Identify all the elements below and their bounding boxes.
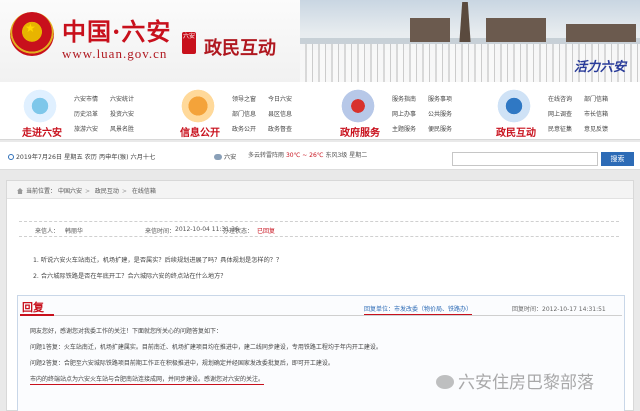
clock-icon bbox=[8, 154, 14, 160]
reply-line: 问题2答复：合肥至六安城际铁路项目前期工作正在积极推进中，规划确定并经国家发改委… bbox=[30, 360, 334, 367]
question-1: 1. 听说六安火车站南迁，机场扩建，是否属实？后续规划进展了吗？具体规划是怎样的… bbox=[33, 257, 283, 264]
nav-group-interaction[interactable]: 政民互动 在线咨询 部门信箱 网上调查 市长信箱 民意征集 意见反馈 bbox=[488, 82, 638, 140]
banner-building bbox=[566, 24, 636, 42]
nav-link[interactable]: 服务事项 bbox=[428, 94, 464, 103]
letter-meta: 来信人： 韩丽华 来信时间： 2012-10-04 11:31:36 办理状态：… bbox=[19, 221, 619, 237]
nav-link[interactable]: 民意征集 bbox=[548, 124, 584, 133]
sender-name: 韩丽华 bbox=[65, 228, 84, 235]
banner-slogan: 活力六安 bbox=[573, 60, 626, 75]
weather-cloud-icon bbox=[214, 154, 222, 160]
nav-link[interactable]: 部门信息 bbox=[232, 109, 268, 118]
search-button[interactable]: 搜索 bbox=[601, 152, 634, 166]
nav-link[interactable]: 部门信箱 bbox=[584, 94, 620, 103]
watermark: 六安住房巴黎部落 bbox=[436, 368, 636, 396]
wechat-icon bbox=[436, 375, 454, 389]
weekday: 星期二 bbox=[349, 152, 368, 159]
reply-line-highlighted: 市内的终端站点为六安火车站与合肥南站连接成网，并同步建设。感谢您对六安的关注。 bbox=[30, 376, 265, 385]
weather-city: 六安 bbox=[214, 152, 236, 161]
nav-link[interactable]: 今日六安 bbox=[268, 94, 304, 103]
breadcrumb-separator: > bbox=[84, 188, 90, 195]
nav-link[interactable]: 公共服务 bbox=[428, 109, 464, 118]
nav-link[interactable]: 政务督查 bbox=[268, 124, 304, 133]
breadcrumb-prefix: 当前位置： bbox=[26, 188, 57, 195]
nav-link[interactable]: 旅游六安 bbox=[74, 124, 110, 133]
section-title: 政民互动 bbox=[204, 38, 276, 59]
site-url[interactable]: www.luan.gov.cn bbox=[62, 46, 167, 62]
reply-time-value: 2012-10-17 14:31:51 bbox=[542, 306, 606, 313]
nav-link[interactable]: 网上办事 bbox=[392, 109, 428, 118]
breadcrumb-separator: > bbox=[121, 188, 127, 195]
reply-line: 问题1答复：火车站南迁，机场扩建属实。目前南迁、机场扩建项目均在推进中，建二线同… bbox=[30, 344, 382, 351]
nav-group-about[interactable]: 走进六安 六安市情 六安统计 历史沿革 投资六安 旅游六安 风景名胜 bbox=[14, 82, 164, 140]
reply-accent-bar bbox=[20, 314, 54, 316]
seal-icon: 六安 bbox=[182, 32, 196, 54]
main-nav: 走进六安 六安市情 六安统计 历史沿革 投资六安 旅游六安 风景名胜 信息公开 … bbox=[0, 82, 640, 140]
nav-group-service[interactable]: 政府服务 服务指南 服务事项 网上办事 公共服务 主题服务 便民服务 bbox=[332, 82, 482, 140]
state-label: 办理状态： bbox=[223, 228, 254, 235]
nav-link[interactable]: 政务公开 bbox=[232, 124, 268, 133]
reply-unit-label: 回复单位： bbox=[364, 306, 395, 313]
gate-icon bbox=[178, 88, 218, 124]
question-2: 2. 合六城际铁路是否在年底开工？合六城际六安的终点站在什么地方？ bbox=[33, 273, 227, 280]
sender-label: 来信人： bbox=[35, 228, 60, 235]
wind: 东风3级 bbox=[325, 152, 348, 159]
nav-group-info[interactable]: 信息公开 领导之窗 今日六安 部门信息 县区信息 政务公开 政务督查 bbox=[172, 82, 322, 140]
breadcrumb-link[interactable]: 政民互动 bbox=[95, 188, 119, 195]
time-label: 来信时间： bbox=[145, 228, 176, 235]
banner-building bbox=[486, 18, 546, 42]
watermark-text: 六安住房巴黎部落 bbox=[458, 373, 594, 393]
nav-label[interactable]: 政民互动 bbox=[488, 124, 544, 139]
nav-link[interactable]: 历史沿革 bbox=[74, 109, 110, 118]
date-display: 2019年7月26日 星期五 农历 丙申年(猴) 六月十七 bbox=[8, 152, 155, 161]
nav-link[interactable]: 网上调查 bbox=[548, 109, 584, 118]
building-icon bbox=[338, 88, 378, 124]
reply-title: 回复 bbox=[22, 301, 44, 314]
breadcrumb-link[interactable]: 中国六安 bbox=[58, 188, 82, 195]
search-input[interactable] bbox=[452, 152, 598, 166]
city-icon bbox=[20, 88, 60, 124]
divider bbox=[20, 315, 622, 316]
reply-line: 网友您好，感谢您对我委工作的关注！下面就您所关心的问题答复如下： bbox=[30, 328, 223, 335]
nav-link[interactable]: 服务指南 bbox=[392, 94, 428, 103]
nav-link[interactable]: 领导之窗 bbox=[232, 94, 268, 103]
nav-link[interactable]: 主题服务 bbox=[392, 124, 428, 133]
nav-links: 在线咨询 部门信箱 网上调查 市长信箱 民意征集 意见反馈 bbox=[548, 94, 620, 133]
home-icon bbox=[17, 188, 23, 194]
temperature: 30℃ ~ 26℃ bbox=[285, 152, 324, 159]
site-name[interactable]: 中国·六安 bbox=[62, 12, 171, 47]
reply-time-label: 回复时间： bbox=[512, 306, 543, 313]
nav-link[interactable]: 县区信息 bbox=[268, 109, 304, 118]
banner-building bbox=[410, 18, 450, 42]
nav-links: 六安市情 六安统计 历史沿革 投资六安 旅游六安 风景名胜 bbox=[74, 94, 146, 133]
nav-link[interactable]: 意见反馈 bbox=[584, 124, 620, 133]
weather-condition: 多云转雷阵雨 bbox=[248, 152, 285, 159]
nav-link[interactable]: 市长信箱 bbox=[584, 109, 620, 118]
nav-label[interactable]: 政府服务 bbox=[332, 124, 388, 139]
nav-links: 领导之窗 今日六安 部门信息 县区信息 政务公开 政务督查 bbox=[232, 94, 304, 133]
reply-unit-name: 市发改委（物价局、铁路办） bbox=[394, 306, 473, 313]
nav-link[interactable]: 六安市情 bbox=[74, 94, 110, 103]
breadcrumb-link[interactable]: 在线信箱 bbox=[132, 188, 156, 195]
nav-links: 服务指南 服务事项 网上办事 公共服务 主题服务 便民服务 bbox=[392, 94, 464, 133]
reply-time: 回复时间：2012-10-17 14:31:51 bbox=[512, 304, 606, 313]
date-text: 2019年7月26日 星期五 农历 丙申年(猴) 六月十七 bbox=[16, 154, 156, 161]
city-name: 六安 bbox=[224, 154, 237, 161]
header-banner: 中国·六安 www.luan.gov.cn 六安 政民互动 活力六安 bbox=[0, 0, 640, 82]
nav-label[interactable]: 走进六安 bbox=[14, 124, 70, 139]
nav-label[interactable]: 信息公开 bbox=[172, 124, 228, 139]
banner-pagoda bbox=[459, 2, 471, 42]
weather-info: 多云转雷阵雨 30℃ ~ 26℃ 东风3级 星期二 bbox=[248, 150, 367, 159]
mail-icon bbox=[494, 88, 534, 124]
national-emblem-icon bbox=[10, 12, 54, 56]
status-badge: 已回复 bbox=[257, 228, 276, 235]
nav-link[interactable]: 风景名胜 bbox=[110, 124, 146, 133]
nav-link[interactable]: 便民服务 bbox=[428, 124, 464, 133]
nav-link[interactable]: 六安统计 bbox=[110, 94, 146, 103]
nav-link[interactable]: 投资六安 bbox=[110, 109, 146, 118]
breadcrumb: 当前位置： 中国六安 > 政民互动 > 在线信箱 bbox=[7, 181, 633, 199]
reply-unit: 回复单位：市发改委（物价局、铁路办） bbox=[364, 304, 473, 315]
nav-link[interactable]: 在线咨询 bbox=[548, 94, 584, 103]
